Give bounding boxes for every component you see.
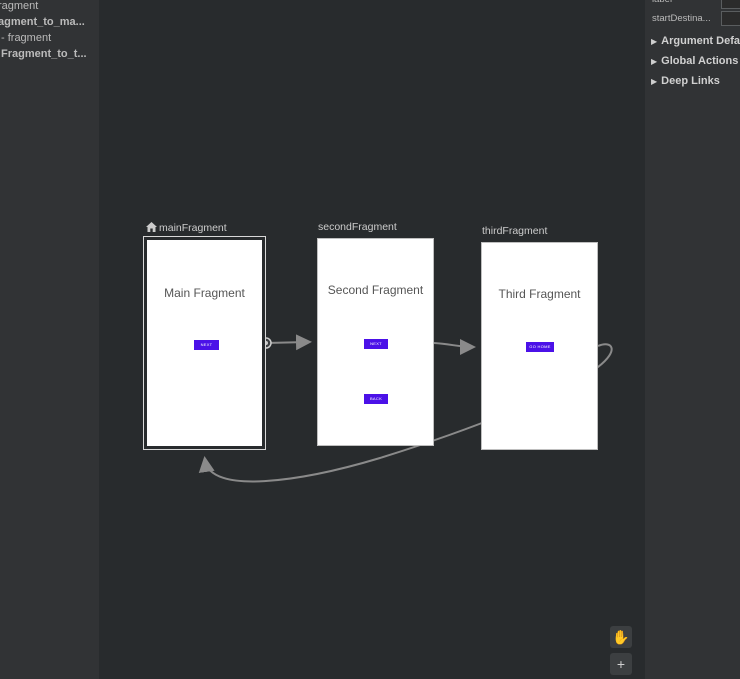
destination-name: mainFragment [159, 222, 227, 234]
expand-triangle-icon: ▶ [651, 37, 658, 46]
destination-second-fragment[interactable]: Second Fragment NEXT BACK [317, 238, 434, 446]
home-icon [146, 222, 157, 232]
expand-triangle-icon: ▶ [651, 77, 658, 86]
destination-label-second[interactable]: secondFragment [318, 221, 397, 233]
action-second-to-third[interactable] [433, 338, 476, 355]
destination-main-fragment[interactable]: Main Fragment NEXT [143, 236, 266, 450]
pan-tool-button[interactable]: ✋ [610, 626, 632, 648]
destination-third-fragment[interactable]: Third Fragment GO HOME [481, 242, 598, 450]
section-label: Deep Links [661, 75, 720, 87]
screen-title: Main Fragment [164, 286, 245, 300]
label-field[interactable] [721, 0, 740, 9]
zoom-in-button[interactable]: + [610, 653, 632, 675]
start-destination-field[interactable] [721, 11, 740, 26]
deep-links-section[interactable]: ▶ Deep Links [651, 75, 720, 87]
screen-title: Third Fragment [498, 287, 581, 301]
expand-triangle-icon: ▶ [651, 57, 658, 66]
destination-label-third[interactable]: thirdFragment [482, 225, 547, 237]
screen-preview: Main Fragment NEXT [147, 240, 262, 446]
start-destination-attribute: startDestina... [652, 13, 711, 24]
label-attribute: label [652, 0, 672, 5]
section-label: Global Actions [661, 55, 739, 67]
go-home-button[interactable]: GO HOME [526, 342, 554, 352]
attributes-panel: label startDestina... [645, 0, 740, 679]
next-button[interactable]: NEXT [194, 340, 219, 350]
global-actions-section[interactable]: ▶ Global Actions [651, 55, 738, 67]
argument-defaults-section[interactable]: ▶ Argument Defa [651, 35, 740, 47]
action-main-to-second[interactable] [265, 334, 312, 351]
section-label: Argument Defa [661, 35, 740, 47]
screen-title: Second Fragment [327, 283, 424, 297]
back-button[interactable]: BACK [364, 394, 388, 404]
destination-label-main[interactable]: mainFragment [146, 222, 227, 234]
next-button[interactable]: NEXT [364, 339, 388, 349]
hand-icon: ✋ [612, 629, 630, 645]
